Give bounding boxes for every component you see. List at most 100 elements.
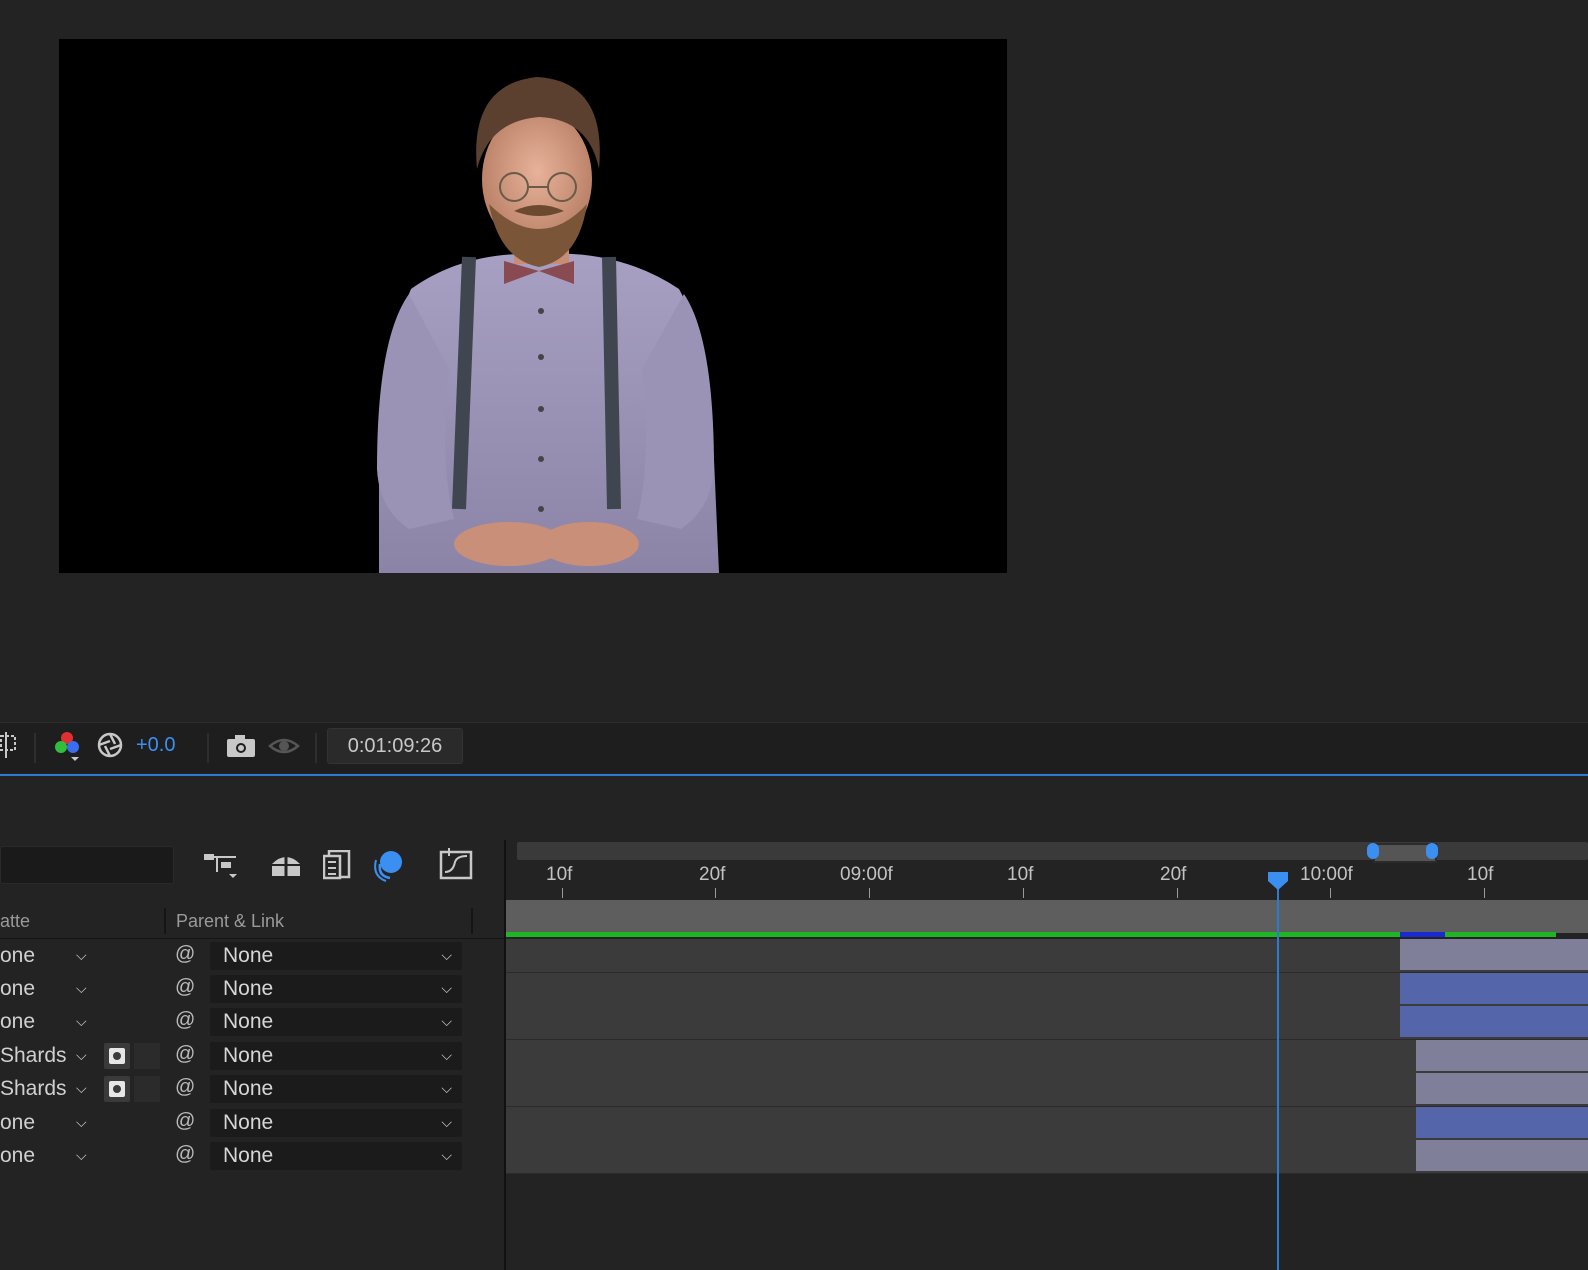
chevron-down-icon: ⌵ [441,1047,452,1063]
ruler-label: 10f [1007,864,1034,885]
parent-dropdown[interactable]: None ⌵ [210,975,462,1003]
toolbar-separator [315,733,317,763]
current-time-indicator-head[interactable] [1267,871,1289,891]
chevron-down-icon: ⌵ [441,1114,452,1130]
ruler-label: 10:00f [1300,864,1353,885]
ruler-label: 09:00f [840,864,893,885]
matte-invert-toggle[interactable] [134,1076,160,1102]
pick-whip-icon[interactable]: @ [175,1009,197,1031]
parent-dropdown[interactable]: None ⌵ [210,1142,462,1170]
time-navigator-end[interactable] [1426,843,1438,859]
time-navigator-start[interactable] [1367,843,1379,859]
camera-snapshot-icon[interactable] [226,734,256,758]
layer-duration-bar[interactable] [1416,1073,1588,1104]
layer-lane[interactable] [506,1140,1588,1174]
track-matte-column-header[interactable]: atte [0,911,30,932]
parent-link-column-header[interactable]: Parent & Link [176,911,284,932]
layer-lane[interactable] [506,939,1588,973]
parent-dropdown-value: None [223,1077,274,1100]
layer-lane[interactable] [506,1040,1588,1074]
composition-flowchart-icon[interactable] [203,850,239,880]
pick-whip-icon[interactable]: @ [175,1143,197,1165]
chevron-down-icon: ⌵ [441,1013,452,1029]
chevron-down-icon: ⌵ [441,1080,452,1096]
rgb-channels-icon[interactable] [54,730,82,762]
ruler-tick [1177,888,1178,898]
chevron-down-icon[interactable]: ⌵ [76,980,87,997]
composition-viewer [0,0,1588,715]
ruler-tick [1330,888,1331,898]
layer-row[interactable]: one ⌵ @ None ⌵ [0,973,505,1006]
frame-blending-icon[interactable] [323,850,353,880]
parent-dropdown-value: None [223,1111,274,1134]
track-matte-value[interactable]: one [0,944,35,968]
header-separator [0,938,505,939]
chevron-down-icon[interactable]: ⌵ [76,947,87,964]
region-of-interest-icon[interactable] [0,732,20,760]
parent-dropdown[interactable]: None ⌵ [210,1042,462,1070]
matte-alpha-icon[interactable] [104,1043,130,1069]
layer-row[interactable]: one ⌵ @ None ⌵ [0,1006,505,1039]
layer-duration-bar[interactable] [1416,1107,1588,1138]
track-matte-value[interactable]: one [0,977,35,1001]
layer-row[interactable]: one ⌵ @ None ⌵ [0,1140,505,1173]
layer-row[interactable]: one ⌵ @ None ⌵ [0,940,505,973]
ruler-label: 10f [546,864,573,885]
exposure-aperture-icon[interactable] [97,732,123,758]
layer-row[interactable]: Shards ⌵ @ None ⌵ [0,1073,505,1106]
current-time-display[interactable]: 0:01:09:26 [327,728,463,764]
chevron-down-icon: ⌵ [441,947,452,963]
track-matte-value[interactable]: one [0,1144,35,1168]
chevron-down-icon[interactable]: ⌵ [76,1013,87,1030]
track-matte-value[interactable]: one [0,1010,35,1034]
layer-duration-bar[interactable] [1416,1140,1588,1171]
pick-whip-icon[interactable]: @ [175,1043,197,1065]
toolbar-separator [34,733,36,763]
layer-lane[interactable] [506,1073,1588,1107]
layer-duration-bar[interactable] [1416,1040,1588,1071]
pick-whip-icon[interactable]: @ [175,976,197,998]
graph-editor-icon[interactable] [439,848,473,882]
current-time-indicator-line[interactable] [1277,880,1279,1270]
layer-lane[interactable] [506,1107,1588,1141]
layer-row[interactable]: one ⌵ @ None ⌵ [0,1107,505,1140]
track-matte-value[interactable]: Shards [0,1044,67,1068]
pick-whip-icon[interactable]: @ [175,1076,197,1098]
pick-whip-icon[interactable]: @ [175,1110,197,1132]
parent-dropdown[interactable]: None ⌵ [210,1075,462,1103]
draft-3d-icon[interactable] [269,850,303,880]
disk-cache-indicator [1400,932,1445,937]
layer-search-input[interactable] [0,846,174,884]
track-matte-value[interactable]: one [0,1111,35,1135]
parent-dropdown[interactable]: None ⌵ [210,1109,462,1137]
parent-dropdown-value: None [223,944,274,967]
parent-dropdown-value: None [223,1044,274,1067]
parent-dropdown-value: None [223,1144,274,1167]
chevron-down-icon: ⌵ [441,980,452,996]
exposure-value[interactable]: +0.0 [136,734,175,757]
layer-lane[interactable] [506,973,1588,1007]
chevron-down-icon[interactable]: ⌵ [76,1080,87,1097]
chevron-down-icon[interactable]: ⌵ [76,1047,87,1064]
chevron-down-icon[interactable]: ⌵ [76,1147,87,1164]
chevron-down-icon: ⌵ [441,1147,452,1163]
layer-duration-bar[interactable] [1400,939,1588,970]
layer-duration-bar[interactable] [1400,1006,1588,1037]
layer-duration-bar[interactable] [1400,973,1588,1004]
track-matte-value[interactable]: Shards [0,1077,67,1101]
motion-blur-icon[interactable] [372,848,406,882]
chevron-down-icon[interactable]: ⌵ [76,1114,87,1131]
ruler-tick [1484,888,1485,898]
parent-dropdown[interactable]: None ⌵ [210,942,462,970]
parent-dropdown-value: None [223,977,274,1000]
matte-alpha-icon[interactable] [104,1076,130,1102]
work-area-bar[interactable] [506,900,1588,933]
matte-invert-toggle[interactable] [134,1043,160,1069]
pick-whip-icon[interactable]: @ [175,943,197,965]
parent-dropdown[interactable]: None ⌵ [210,1008,462,1036]
ruler-label: 10f [1467,864,1494,885]
show-snapshot-icon[interactable] [268,732,300,758]
layer-row[interactable]: Shards ⌵ @ None ⌵ [0,1040,505,1073]
composition-frame[interactable] [59,39,1007,573]
layer-lane[interactable] [506,1006,1588,1040]
